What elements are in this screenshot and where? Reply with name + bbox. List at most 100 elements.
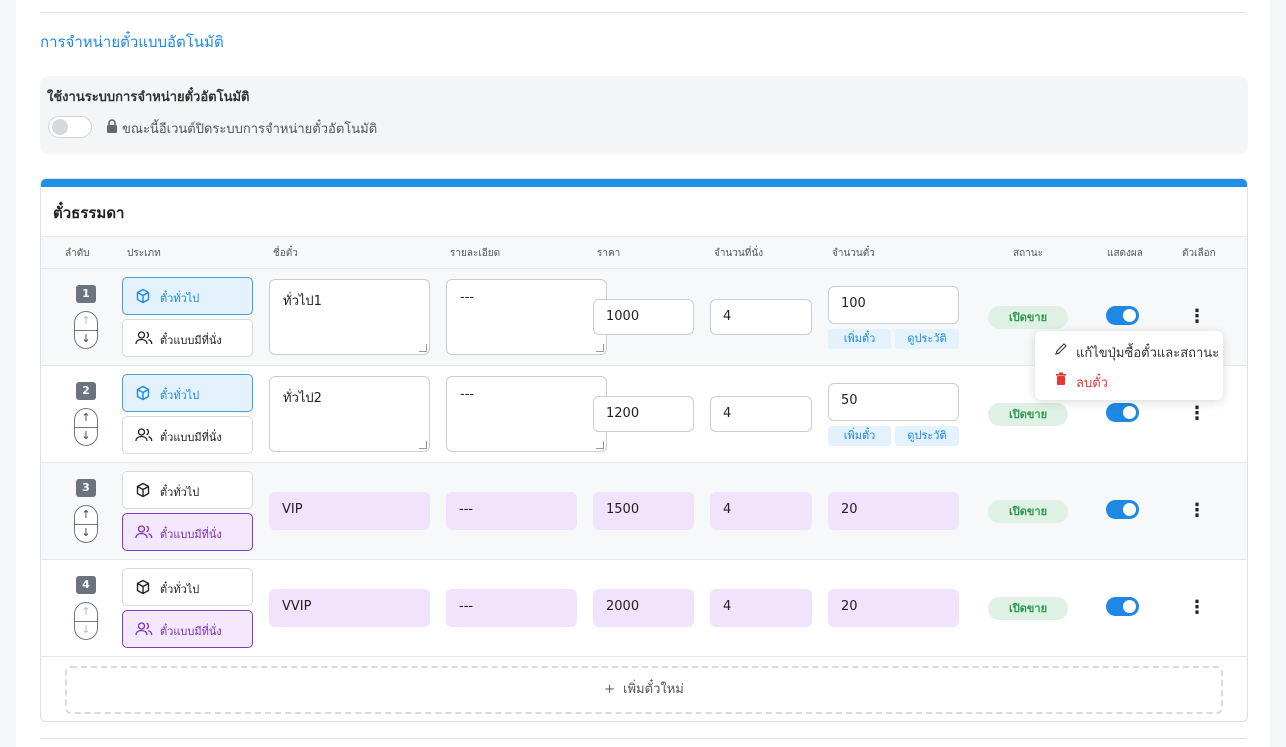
users-icon <box>135 525 153 539</box>
more-options-icon[interactable]: ⋮ <box>1187 403 1207 425</box>
panel-accent-bar <box>41 179 1247 187</box>
add-ticket-label: เพิ่มตั๋วใหม่ <box>623 682 684 697</box>
type-seated-button[interactable]: ตั๋วแบบมีที่นั่ง <box>122 513 253 551</box>
visibility-toggle[interactable] <box>1106 597 1139 616</box>
ticket-name-value: VVIP <box>269 589 430 627</box>
type-seated-button[interactable]: ตั๋วแบบมีที่นั่ง <box>122 319 253 357</box>
th-order: ลำดับ <box>65 248 90 259</box>
cube-icon <box>136 288 150 304</box>
type-general-button[interactable]: ตั๋วทั่วไป <box>122 374 253 412</box>
cube-icon <box>136 385 150 401</box>
reorder-control[interactable]: ↑ ↓ <box>74 311 98 349</box>
more-options-icon[interactable]: ⋮ <box>1187 500 1207 522</box>
ticket-detail-field[interactable]: --- <box>446 279 607 355</box>
seats-input[interactable]: 4 <box>710 396 812 432</box>
move-down-icon[interactable]: ↓ <box>75 624 97 636</box>
toggle-knob <box>1123 309 1136 322</box>
reorder-control[interactable]: ↑ ↓ <box>74 505 98 543</box>
section-title: การจำหน่ายตั๋วแบบอัตโนมัติ <box>40 33 224 51</box>
ticket-detail-value: --- <box>460 387 475 402</box>
status-badge: เปิดขาย <box>988 597 1068 620</box>
price-value: 2000 <box>593 589 694 627</box>
move-down-icon[interactable]: ↓ <box>75 333 97 345</box>
cube-icon <box>136 482 150 498</box>
toggle-knob <box>1123 600 1136 613</box>
type-seated-button[interactable]: ตั๋วแบบมีที่นั่ง <box>122 416 253 454</box>
move-up-icon[interactable]: ↑ <box>75 509 97 521</box>
move-up-icon[interactable]: ↑ <box>75 606 97 618</box>
th-seats: จำนวนที่นั่ง <box>714 248 764 259</box>
history-button[interactable]: ดูประวัติ <box>895 329 959 349</box>
th-options: ตัวเลือก <box>1182 248 1216 259</box>
users-icon <box>135 428 153 442</box>
price-input[interactable]: 1000 <box>593 299 694 335</box>
ticket-detail-field[interactable]: --- <box>446 376 607 452</box>
visibility-toggle[interactable] <box>1106 500 1139 519</box>
type-seated-label: ตั๋วแบบมีที่นั่ง <box>160 431 222 444</box>
type-seated-label: ตั๋วแบบมีที่นั่ง <box>160 528 222 541</box>
plus-icon: + <box>604 682 616 697</box>
move-up-icon[interactable]: ↑ <box>75 315 97 327</box>
history-button[interactable]: ดูประวัติ <box>895 426 959 446</box>
ticket-name-field[interactable]: ทั่วไป2 <box>269 376 430 452</box>
type-general-button[interactable]: ตั๋วทั่วไป <box>122 568 253 606</box>
ticket-name-value: ทั่วไป1 <box>283 294 322 309</box>
move-down-icon[interactable]: ↓ <box>75 527 97 539</box>
menu-edit-label: แก้ไขปุ่มซื้อตั๋วและสถานะ <box>1076 346 1220 361</box>
add-quantity-button[interactable]: เพิ่มตั๋ว <box>828 329 891 349</box>
order-number: 4 <box>76 576 96 594</box>
add-ticket-button[interactable]: + เพิ่มตั๋วใหม่ <box>65 666 1223 714</box>
quantity-value: 20 <box>828 589 959 627</box>
th-quantity: จำนวนตั๋ว <box>832 248 875 259</box>
more-options-icon[interactable]: ⋮ <box>1187 306 1207 328</box>
trash-icon <box>1056 372 1066 385</box>
seats-input[interactable]: 4 <box>710 299 812 335</box>
type-seated-button[interactable]: ตั๋วแบบมีที่นั่ง <box>122 610 253 648</box>
auto-sale-box: ใช้งานระบบการจำหน่ายตั๋วอัตโนมัติ ขณะนี้… <box>40 76 1248 154</box>
divider-top <box>40 12 1246 13</box>
visibility-toggle[interactable] <box>1106 306 1139 325</box>
type-general-button[interactable]: ตั๋วทั่วไป <box>122 471 253 509</box>
toggle-knob <box>1123 503 1136 516</box>
type-general-label: ตั๋วทั่วไป <box>160 389 200 402</box>
quantity-input[interactable]: 100 <box>828 286 959 324</box>
order-number: 1 <box>76 285 96 303</box>
ticket-panel: ตั๋วธรรมดา ลำดับ ประเภท ชื่อตั๋ว รายละเอ… <box>40 178 1248 722</box>
ticket-detail-value: --- <box>460 290 475 305</box>
order-number: 3 <box>76 479 96 497</box>
quantity-input[interactable]: 50 <box>828 383 959 421</box>
users-icon <box>135 331 153 345</box>
reorder-control[interactable]: ↑ ↓ <box>74 408 98 446</box>
th-name: ชื่อตั๋ว <box>273 248 298 259</box>
type-seated-label: ตั๋วแบบมีที่นั่ง <box>160 334 222 347</box>
seats-value: 4 <box>710 589 812 627</box>
more-options-icon[interactable]: ⋮ <box>1187 597 1207 619</box>
type-general-button[interactable]: ตั๋วทั่วไป <box>122 277 253 315</box>
ticket-detail-value: --- <box>446 492 577 530</box>
visibility-toggle[interactable] <box>1106 403 1139 422</box>
ticket-name-value: ทั่วไป2 <box>283 391 322 406</box>
move-down-icon[interactable]: ↓ <box>75 430 97 442</box>
panel-title: ตั๋วธรรมดา <box>53 204 125 222</box>
move-up-icon[interactable]: ↑ <box>75 412 97 424</box>
table-row: 4 ↑ ↓ ตั๋วทั่วไป ตั๋วแบบมีที่นั่ง VVIP ---… <box>41 560 1247 657</box>
toggle-knob <box>1123 406 1136 419</box>
order-number: 2 <box>76 382 96 400</box>
lock-icon <box>107 119 117 133</box>
type-seated-label: ตั๋วแบบมีที่นั่ง <box>160 625 222 638</box>
th-detail: รายละเอียด <box>450 248 501 259</box>
quantity-value: 20 <box>828 492 959 530</box>
ticket-name-value: VIP <box>269 492 430 530</box>
toggle-knob <box>52 119 68 135</box>
status-badge: เปิดขาย <box>988 500 1068 523</box>
auto-sale-toggle[interactable] <box>48 116 92 138</box>
price-input[interactable]: 1200 <box>593 396 694 432</box>
th-visible: แสดงผล <box>1107 248 1143 259</box>
add-quantity-button[interactable]: เพิ่มตั๋ว <box>828 426 891 446</box>
cube-icon <box>136 579 150 595</box>
users-icon <box>135 622 153 636</box>
reorder-control[interactable]: ↑ ↓ <box>74 602 98 640</box>
table-row: 3 ↑ ↓ ตั๋วทั่วไป ตั๋วแบบมีที่นั่ง VIP --- … <box>41 463 1247 560</box>
ticket-name-field[interactable]: ทั่วไป1 <box>269 279 430 355</box>
th-status: สถานะ <box>1013 248 1043 259</box>
